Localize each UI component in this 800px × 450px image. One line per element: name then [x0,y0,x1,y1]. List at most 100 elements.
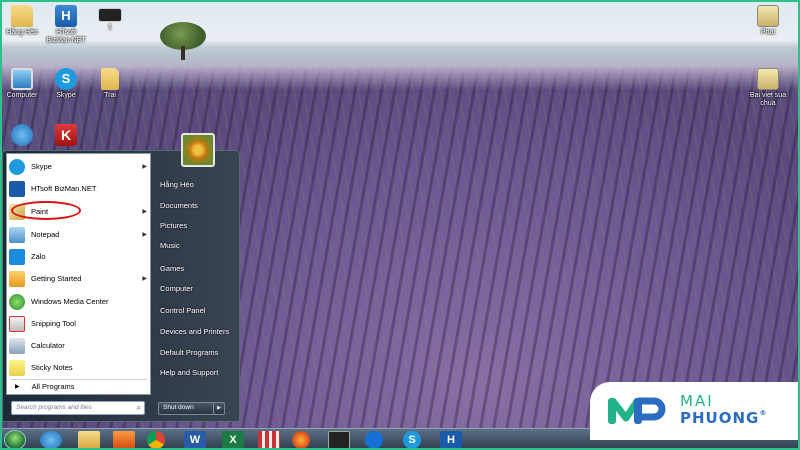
desktop-icon-label: Phai [760,29,775,36]
desktop-icon-label: Hằng Héo [6,29,38,36]
submenu-arrow-icon: ▶ [142,209,147,215]
menu-divider [11,379,147,380]
right-item-devices-and-printers[interactable]: Devices and Printers [160,327,229,336]
logo-text-phuong: PHUONG® [680,409,767,427]
kaspersky-icon: K [55,124,77,146]
program-item-zalo[interactable]: Zalo [9,246,149,267]
wallpaper-hills [0,30,800,70]
taskbar-excel-icon[interactable]: X [222,431,244,449]
desktop-icon-internet-explorer[interactable] [0,124,44,148]
internet-explorer-icon [11,124,33,146]
taskbar-teamviewer-icon[interactable] [365,431,383,449]
folder-icon [101,68,119,90]
sticky-notes-icon [9,359,25,376]
taskbar-bizman-icon[interactable]: H [440,431,462,449]
program-item-getting-started[interactable]: Getting Started ▶ [9,268,149,289]
all-programs-button[interactable]: ▶ All Programs [11,382,75,391]
program-label: HTsoft BizMan.NET [31,184,97,193]
notepad-icon [9,226,25,243]
program-label: Snipping Tool [31,319,76,328]
taskbar-windows-explorer-icon[interactable] [78,431,100,449]
program-item-bizman[interactable]: HTsoft BizMan.NET [9,178,149,199]
program-label: Sticky Notes [31,363,73,372]
getting-started-icon [9,270,25,287]
bizman-icon: H [55,5,77,27]
taskbar-skype-icon[interactable]: S [403,431,421,449]
logo-text-phuong-word: PHUONG [680,409,760,427]
desktop-icon-bizman[interactable]: H HTsoft BizMan.NET [44,5,88,45]
program-label: Notepad [31,230,60,239]
skype-icon: S [55,68,77,90]
desktop-icon-skype[interactable]: S Skype [44,68,88,100]
taskbar-word-icon[interactable]: W [184,431,206,449]
submenu-arrow-icon: ▶ [142,276,147,282]
desktop-icon-label: HTsoft BizMan.NET [46,29,86,44]
search-icon[interactable]: ⌕ [137,403,141,413]
taskbar-firefox-icon[interactable] [292,431,310,449]
program-label: Calculator [31,341,65,350]
winrar-icon [757,68,779,90]
right-item-computer[interactable]: Computer [160,284,193,293]
all-programs-label: All Programs [31,382,75,391]
taskbar-internet-explorer-icon[interactable] [40,431,62,449]
start-menu: Skype ▶ HTsoft BizMan.NET Paint ▶ Notepa… [2,133,240,422]
program-item-snipping-tool[interactable]: Snipping Tool [9,313,149,334]
skype-icon [9,158,25,175]
right-item-default-programs[interactable]: Default Programs [160,348,218,357]
program-item-notepad[interactable]: Notepad ▶ [9,224,149,245]
desktop-icon-shortcut[interactable]: 1 [88,8,132,32]
desktop-icon-trai[interactable]: Trai [88,68,132,100]
shutdown-label: Shut down [163,404,194,411]
desktop-icon-kaspersky[interactable]: K [44,124,88,148]
program-item-skype[interactable]: Skype ▶ [9,156,149,177]
desktop-icon-label: Trai [104,92,116,99]
taskbar-media-player-icon[interactable] [113,431,135,449]
search-input[interactable]: Search programs and files ⌕ [11,401,145,415]
winrar-icon [757,5,779,27]
taskbar-chrome-icon[interactable] [147,431,165,449]
search-placeholder: Search programs and files [16,404,92,411]
desktop-icon-user-folder[interactable]: Hằng Héo [0,5,44,37]
snipping-tool-icon [9,315,25,332]
program-label: Skype [31,162,52,171]
windows-media-center-icon [9,293,25,310]
taskbar-console-icon[interactable] [328,431,350,449]
desktop-icon-phai[interactable]: Phai [746,5,790,37]
right-item-pictures[interactable]: Pictures [160,221,187,230]
desktop-icon-label: 1 [108,24,112,31]
all-programs-arrow-icon: ▶ [15,384,20,390]
right-item-documents[interactable]: Documents [160,201,198,210]
shortcut-icon [98,8,122,22]
program-item-sticky-notes[interactable]: Sticky Notes [9,357,149,378]
calculator-icon [9,337,25,354]
taskbar-app-grid-icon[interactable] [258,431,280,449]
zalo-icon [9,248,25,265]
start-button[interactable] [4,430,26,450]
right-item-music[interactable]: Music [160,241,180,250]
program-label: Zalo [31,252,46,261]
right-item-control-panel[interactable]: Control Panel [160,306,205,315]
right-item-games[interactable]: Games [160,264,184,273]
desktop-icon-label: Bai viet sua chua [749,92,787,107]
wallpaper-tree-trunk [181,46,185,60]
desktop-icon-computer[interactable]: Computer [0,68,44,100]
desktop-icon-bai-viet-sua-chua[interactable]: Bai viet sua chua [746,68,790,108]
shutdown-options-arrow-icon[interactable]: ▶ [213,402,225,415]
bizman-icon [9,180,25,197]
logo-text-mai: MAI [680,392,714,410]
program-label: Windows Media Center [31,297,109,306]
user-picture-icon[interactable] [181,133,215,167]
user-folder-icon [11,5,33,27]
submenu-arrow-icon: ▶ [142,232,147,238]
mai-phuong-logo: MAI PHUONG® [590,382,800,440]
paint-highlight-circle [11,201,81,220]
program-item-calculator[interactable]: Calculator [9,335,149,356]
shutdown-button[interactable]: Shut down ▶ [158,402,225,415]
desktop-icon-label: Computer [6,92,38,99]
desktop-icon-label: Skype [56,92,76,99]
submenu-arrow-icon: ▶ [142,164,147,170]
program-item-windows-media-center[interactable]: Windows Media Center [9,291,149,312]
right-item-help-and-support[interactable]: Help and Support [160,368,218,377]
start-menu-programs-pane: Skype ▶ HTsoft BizMan.NET Paint ▶ Notepa… [6,153,151,395]
right-item-user[interactable]: Hằng Héo [160,180,194,189]
